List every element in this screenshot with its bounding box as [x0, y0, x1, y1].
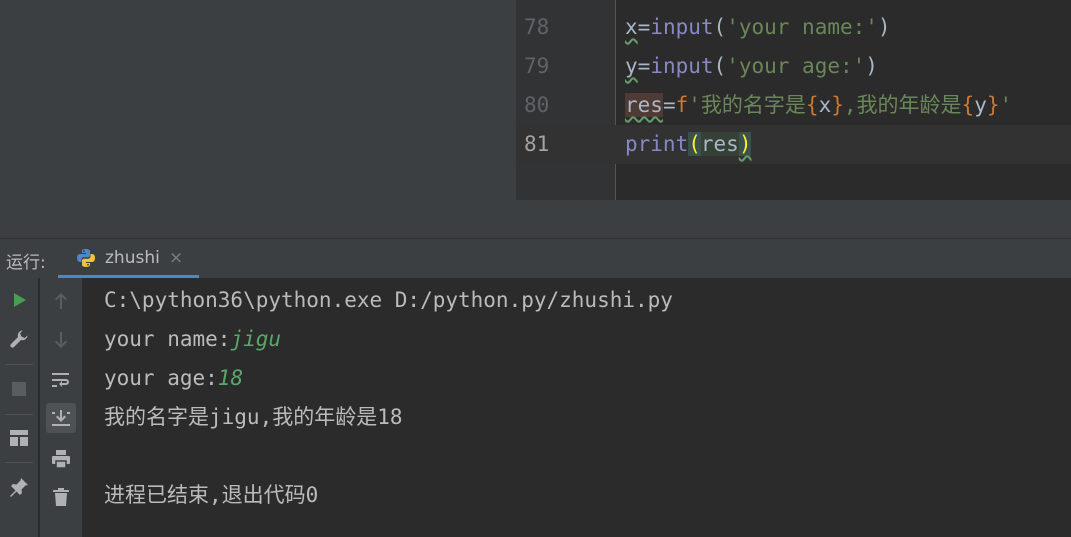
line-number: 79	[524, 54, 550, 78]
code-token: res	[700, 132, 739, 156]
line-number: 78	[524, 15, 550, 39]
code-token: print	[625, 132, 689, 156]
down-arrow-icon[interactable]	[46, 325, 76, 355]
code-text: res=f'我的名字是{x},我的年龄是{y}'	[625, 86, 1012, 125]
python-icon	[76, 248, 96, 268]
run-label: 运行:	[6, 253, 46, 273]
toolbar-separator	[5, 462, 33, 463]
code-text: print(res)	[625, 125, 752, 164]
console-prompt-age: your age:18	[104, 359, 243, 398]
code-token: ,我的年龄是	[843, 93, 962, 117]
stop-icon[interactable]	[4, 374, 34, 404]
user-input-name: jigu	[230, 327, 282, 351]
prompt-age-text: your age:	[104, 366, 218, 390]
code-token: {	[805, 93, 819, 117]
console-exit-message: 进程已结束,退出代码0	[104, 483, 319, 507]
code-token: x	[625, 15, 638, 39]
line-number: 81	[524, 132, 550, 156]
pin-icon[interactable]	[4, 472, 34, 502]
console-result: 我的名字是jigu,我的年龄是18	[104, 405, 403, 429]
editor-empty-area	[516, 200, 1071, 238]
run-toolwindow-header: 运行: zhushi ×	[0, 238, 1071, 279]
code-token: }	[986, 93, 1000, 117]
user-input-age: 18	[217, 366, 244, 390]
code-token: y	[625, 54, 638, 78]
code-token: x	[818, 93, 832, 117]
code-token: )	[877, 15, 891, 39]
console-prompt-name: your name:jigu	[104, 320, 281, 359]
code-token: input	[650, 54, 714, 78]
console-output[interactable]: C:\python36\python.exe D:/python.py/zhus…	[82, 278, 1071, 537]
toolbar-separator	[5, 364, 33, 365]
toolbar-separator	[5, 414, 33, 415]
run-tab-label: zhushi	[105, 248, 160, 268]
code-token: }	[831, 93, 844, 117]
close-icon[interactable]: ×	[169, 248, 183, 268]
code-token: (	[713, 54, 727, 78]
console-command-line: C:\python36\python.exe D:/python.py/zhus…	[104, 288, 673, 312]
code-line[interactable]: 81 print(res)	[516, 125, 1071, 164]
code-token: y	[974, 93, 987, 117]
run-toolbar-secondary	[40, 278, 82, 537]
code-token: (	[688, 132, 701, 156]
code-token: =	[637, 54, 651, 78]
code-text: y=input('your age:')	[625, 47, 878, 86]
code-token: )	[738, 132, 752, 156]
run-toolbar-primary	[0, 278, 38, 537]
project-pane	[0, 0, 516, 238]
code-line[interactable]: 80 res=f'我的名字是{x},我的年龄是{y}'	[516, 86, 1071, 125]
code-line[interactable]: 78 x=input('your name:')	[516, 8, 1071, 47]
run-icon[interactable]	[4, 285, 34, 315]
code-text: x=input('your name:')	[625, 8, 891, 47]
code-token: '	[999, 93, 1013, 117]
print-icon[interactable]	[46, 444, 76, 474]
code-token: {	[961, 93, 975, 117]
code-token: res	[625, 93, 663, 117]
wrench-icon[interactable]	[4, 324, 34, 354]
code-line[interactable]: 79 y=input('your age:')	[516, 47, 1071, 86]
code-token: input	[650, 15, 714, 39]
up-arrow-icon[interactable]	[46, 286, 76, 316]
code-token: 'your name:'	[726, 15, 878, 39]
code-token: =	[637, 15, 651, 39]
code-editor[interactable]: 78 x=input('your name:') 79 y=input('your a…	[516, 0, 1071, 200]
line-number: 80	[524, 93, 550, 117]
code-token: 'your age:'	[726, 54, 866, 78]
layout-icon[interactable]	[4, 423, 34, 453]
scroll-to-end-icon[interactable]	[46, 403, 76, 433]
prompt-name-text: your name:	[104, 327, 231, 351]
soft-wrap-icon[interactable]	[46, 365, 76, 395]
code-token: (	[713, 15, 727, 39]
trash-icon[interactable]	[46, 482, 76, 512]
code-token: f	[675, 93, 689, 117]
code-token: =	[662, 93, 676, 117]
code-token: )	[865, 54, 878, 78]
run-tab-zhushi[interactable]: zhushi ×	[58, 239, 199, 279]
code-token: '我的名字是	[688, 93, 806, 117]
